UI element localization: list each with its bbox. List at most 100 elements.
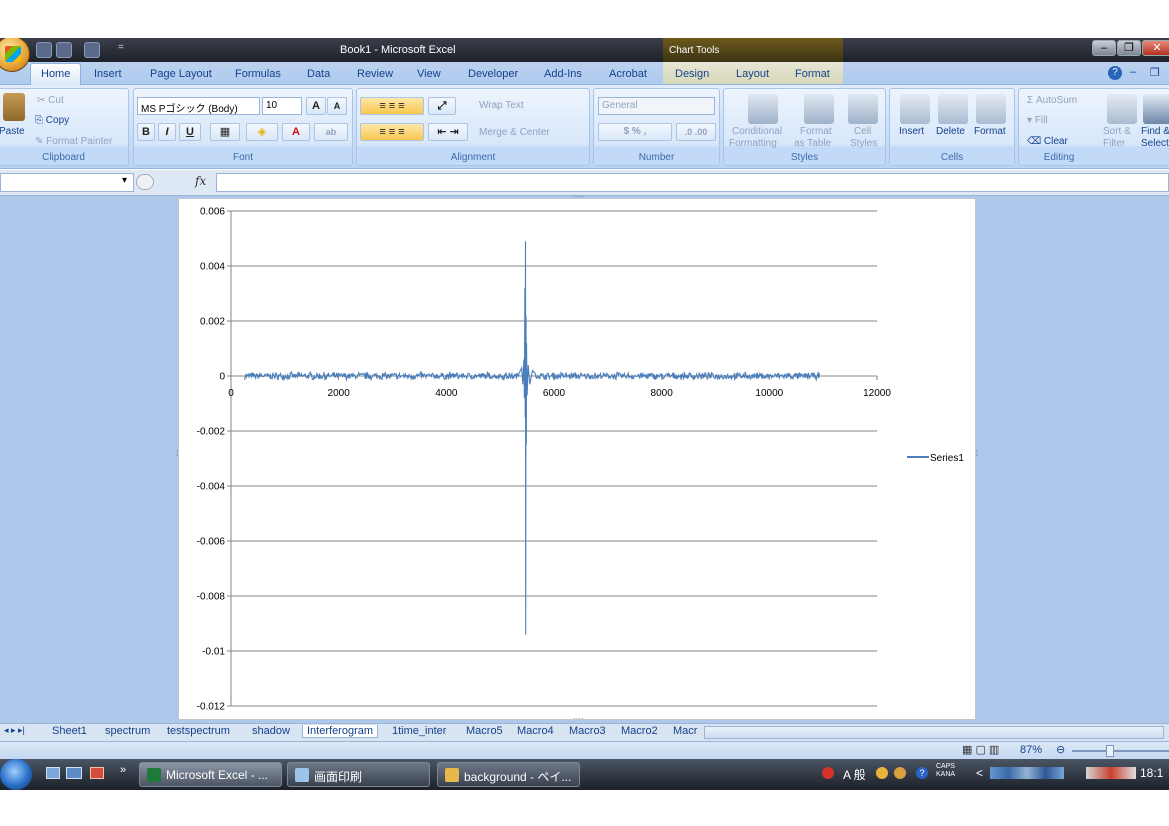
shrink-font-button[interactable]: A (327, 97, 347, 115)
sheet-tab[interactable]: Macro4 (517, 725, 554, 737)
tab-review[interactable]: Review (357, 68, 393, 80)
ribbon-minimize-icon[interactable]: – (1130, 66, 1136, 78)
delete-cells-icon[interactable] (938, 94, 968, 124)
insert-function-button[interactable]: fx (195, 174, 206, 188)
quicklaunch-app-icon[interactable] (90, 767, 104, 779)
wrap-text-button[interactable]: Wrap Text (479, 100, 524, 111)
cell-styles-label-1[interactable]: Cell (854, 126, 871, 137)
help-icon[interactable]: ? (1108, 66, 1122, 80)
sort-filter-icon[interactable] (1107, 94, 1137, 124)
sheet-tab[interactable]: Macr (673, 725, 697, 737)
save-icon[interactable] (36, 42, 52, 58)
decimal-buttons[interactable]: .0 .00 (676, 123, 716, 141)
font-color-button[interactable]: A (282, 123, 310, 141)
ime-help-icon[interactable]: ? (916, 767, 928, 779)
format-as-table-icon[interactable] (804, 94, 834, 124)
sheet-tab[interactable]: Macro5 (466, 725, 503, 737)
chart-resize-handle-bottom[interactable]: ···· (573, 714, 584, 723)
name-box-dropdown-icon[interactable]: ▾ (122, 175, 127, 186)
maximize-button[interactable]: ❐ (1117, 40, 1141, 56)
tab-home[interactable]: Home (30, 63, 82, 85)
tray-expand-icon[interactable]: < (976, 766, 983, 780)
redo-icon[interactable] (84, 42, 100, 58)
paste-icon[interactable] (3, 93, 25, 121)
tab-layout[interactable]: Layout (736, 68, 769, 80)
ime-dictionary-icon[interactable] (894, 767, 906, 779)
tab-formulas[interactable]: Formulas (235, 68, 281, 80)
find-select-label-1[interactable]: Find & (1141, 126, 1169, 137)
font-name-select[interactable]: MS Pゴシック (Body) (137, 97, 260, 115)
font-size-select[interactable]: 10 (262, 97, 302, 115)
tab-acrobat[interactable]: Acrobat (609, 68, 647, 80)
tab-view[interactable]: View (417, 68, 441, 80)
italic-button[interactable]: I (158, 123, 176, 141)
bold-button[interactable]: B (137, 123, 155, 141)
chart-resize-handle-left[interactable]: ⁞ (176, 449, 178, 458)
tab-insert[interactable]: Insert (94, 68, 122, 80)
tab-design[interactable]: Design (675, 68, 709, 80)
show-desktop-icon[interactable] (46, 767, 60, 779)
tray-icons[interactable] (990, 767, 1064, 779)
indent-buttons[interactable]: ⇤ ⇥ (428, 123, 468, 141)
sheet-tab[interactable]: 1time_inter (392, 725, 446, 737)
tab-developer[interactable]: Developer (468, 68, 518, 80)
conditional-formatting-label-1[interactable]: Conditional (732, 126, 782, 137)
cut-button[interactable]: ✂ Cut (37, 95, 64, 106)
number-format-select[interactable]: General (598, 97, 715, 115)
borders-button[interactable]: ▦ (210, 123, 240, 141)
fill-color-button[interactable]: ◈ (246, 123, 278, 141)
format-cells-button[interactable]: Format (974, 126, 1006, 137)
sheet-tab-active[interactable]: Interferogram (302, 725, 379, 738)
insert-cells-icon[interactable] (900, 94, 930, 124)
customize-qat-icon[interactable]: = (118, 42, 130, 58)
copy-button[interactable]: ⎘ Copy (35, 115, 69, 126)
tab-data[interactable]: Data (307, 68, 330, 80)
format-as-table-label-2[interactable]: as Table (794, 138, 831, 149)
undo-icon[interactable] (56, 42, 72, 58)
sheet-nav-buttons[interactable]: ◂ ▸ ▸| (4, 725, 25, 736)
clear-button[interactable]: ⌫ Clear (1027, 136, 1068, 147)
cell-styles-icon[interactable] (848, 94, 878, 124)
insert-cells-button[interactable]: Insert (899, 126, 924, 137)
find-select-icon[interactable] (1143, 94, 1169, 124)
chart-resize-handle-right[interactable]: ⁞ (976, 449, 978, 458)
horizontal-align-buttons[interactable]: ≡ ≡ ≡ (360, 123, 424, 141)
zoom-level[interactable]: 87% (1020, 744, 1042, 756)
ime-tool-icon[interactable] (876, 767, 888, 779)
format-painter-button[interactable]: ✎ Format Painter (35, 136, 112, 147)
zoom-slider-thumb[interactable] (1106, 745, 1114, 757)
sort-filter-label-2[interactable]: Filter (1103, 138, 1125, 149)
cell-styles-label-2[interactable]: Styles (850, 138, 877, 149)
close-window-button[interactable]: ✕ (1142, 40, 1169, 56)
sheet-tab[interactable]: testspectrum (167, 725, 230, 737)
orientation-button[interactable]: ⤢ (428, 97, 456, 115)
tab-format[interactable]: Format (795, 68, 830, 80)
accounting-percent-comma-buttons[interactable]: $ % , (598, 123, 672, 141)
formula-options-icon[interactable] (136, 174, 154, 190)
sort-filter-label-1[interactable]: Sort & (1103, 126, 1131, 137)
taskbar-excel-button[interactable]: Microsoft Excel - ... (139, 762, 282, 787)
start-button[interactable] (0, 759, 32, 790)
tab-page-layout[interactable]: Page Layout (150, 68, 212, 80)
tray-system-icons[interactable] (1086, 767, 1136, 779)
ribbon-restore-icon[interactable]: ❐ (1150, 66, 1160, 79)
sheet-tab[interactable]: Sheet1 (52, 725, 87, 737)
zoom-out-button[interactable]: ⊖ (1056, 743, 1065, 756)
conditional-formatting-label-2[interactable]: Formatting (729, 138, 777, 149)
name-box[interactable] (0, 173, 134, 192)
formula-input[interactable] (216, 173, 1169, 192)
zoom-slider[interactable] (1072, 750, 1169, 752)
format-as-table-label-1[interactable]: Format (800, 126, 832, 137)
vertical-align-buttons[interactable]: ≡ ≡ ≡ (360, 97, 424, 115)
sheet-tab[interactable]: Macro3 (569, 725, 606, 737)
find-select-label-2[interactable]: Select (1141, 138, 1169, 149)
notification-icon[interactable] (822, 767, 834, 779)
quicklaunch-window-icon[interactable] (66, 767, 82, 779)
quicklaunch-overflow-icon[interactable]: » (120, 764, 126, 776)
ime-indicator[interactable]: A 般 (843, 766, 866, 783)
underline-button[interactable]: U (179, 123, 201, 141)
phonetic-button[interactable]: ab (314, 123, 348, 141)
sheet-tab[interactable]: spectrum (105, 725, 150, 737)
delete-cells-button[interactable]: Delete (936, 126, 965, 137)
sheet-tab[interactable]: shadow (252, 725, 290, 737)
